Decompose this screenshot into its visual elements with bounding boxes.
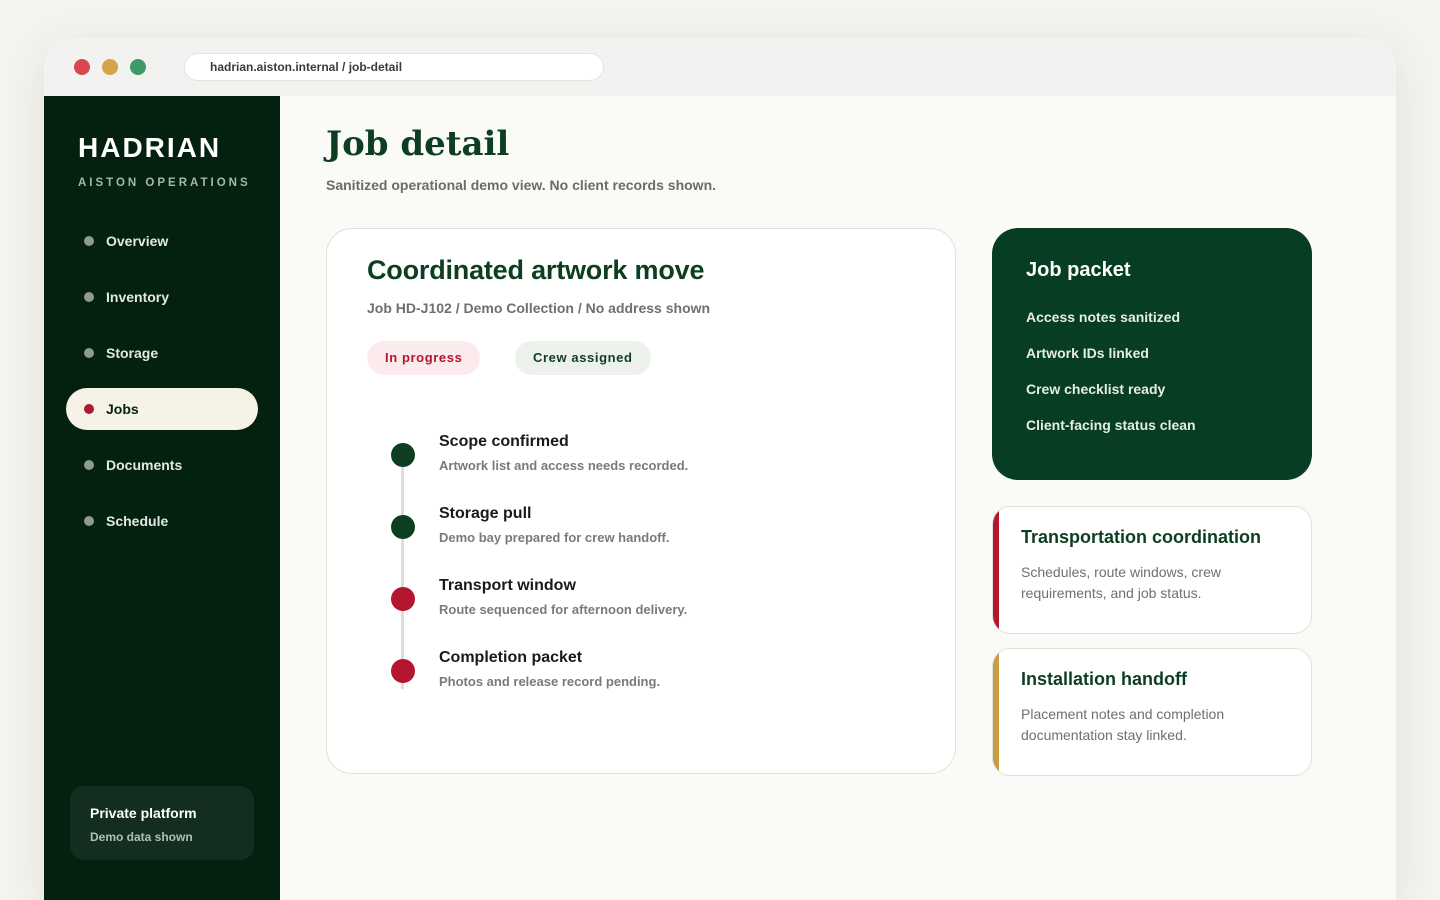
brand-logo: HADRIAN [78,132,222,163]
timeline-step-desc: Demo bay prepared for crew handoff. [439,530,670,545]
brand-subtitle: AISTON OPERATIONS [78,177,251,189]
timeline-step-desc: Artwork list and access needs recorded. [439,458,689,473]
sidebar-item-label: Inventory [106,289,170,305]
nav-dot-icon [84,516,94,526]
private-platform-subtitle: Demo data shown [90,830,193,844]
page-title: Job detail [326,124,510,164]
list-item: Crew checklist ready [1026,381,1166,397]
step-pending-icon [391,659,415,683]
card-accent-bar [993,649,999,775]
job-packet-list: Access notes sanitized Artwork IDs linke… [1026,308,1196,452]
timeline-step-title: Storage pull [439,505,532,522]
nav-dot-icon [84,292,94,302]
step-complete-icon [391,515,415,539]
nav-dot-icon [84,460,94,470]
timeline-step: Scope confirmed Artwork list and access … [389,433,909,493]
close-window-button[interactable] [74,59,90,75]
sidebar-item-label: Storage [106,345,159,361]
timeline-step: Storage pull Demo bay prepared for crew … [389,505,909,565]
timeline-step-desc: Route sequenced for afternoon delivery. [439,602,688,617]
status-badge-crew-assigned: Crew assigned [515,341,651,375]
job-packet-title: Job packet [1026,259,1131,281]
sidebar-item-label: Jobs [106,401,139,417]
sidebar-item-label: Documents [106,457,183,473]
timeline-step-desc: Photos and release record pending. [439,674,661,689]
sidebar-item-documents[interactable]: Documents [66,444,258,486]
job-packet-card: Job packet Access notes sanitized Artwor… [992,228,1312,480]
sidebar-nav: Overview Inventory Storage Jobs Document… [66,220,258,556]
sidebar-item-storage[interactable]: Storage [66,332,258,374]
sidebar-item-jobs[interactable]: Jobs [66,388,258,430]
private-platform-card: Private platform Demo data shown [70,786,254,860]
nav-dot-icon [84,348,94,358]
list-item: Client-facing status clean [1026,417,1196,433]
address-bar[interactable]: hadrian.aiston.internal / job-detail [184,53,604,81]
sidebar-item-schedule[interactable]: Schedule [66,500,258,542]
nav-dot-icon [84,404,94,414]
installation-handoff-card: Installation handoff Placement notes and… [992,648,1312,776]
browser-titlebar: hadrian.aiston.internal / job-detail [44,38,1396,96]
card-description: Placement notes and completion documenta… [1021,706,1225,743]
nav-dot-icon [84,236,94,246]
sidebar: HADRIAN AISTON OPERATIONS Overview Inven… [44,96,280,900]
page-subtitle: Sanitized operational demo view. No clie… [326,177,717,193]
timeline-step-title: Transport window [439,577,576,594]
card-title: Transportation coordination [1021,527,1262,547]
status-badge-in-progress: In progress [367,341,481,375]
browser-window: hadrian.aiston.internal / job-detail HAD… [44,38,1396,900]
minimize-window-button[interactable] [102,59,118,75]
job-card: Coordinated artwork move Job HD-J102 / D… [326,228,956,774]
sidebar-item-overview[interactable]: Overview [66,220,258,262]
transportation-coordination-card: Transportation coordination Schedules, r… [992,506,1312,634]
list-item: Artwork IDs linked [1026,345,1149,361]
sidebar-item-inventory[interactable]: Inventory [66,276,258,318]
job-title: Coordinated artwork move [367,255,705,285]
sidebar-item-label: Overview [106,233,169,249]
step-pending-icon [391,587,415,611]
timeline-step-title: Completion packet [439,649,583,666]
maximize-window-button[interactable] [130,59,146,75]
card-accent-bar [993,507,999,633]
timeline-step-title: Scope confirmed [439,433,569,450]
list-item: Access notes sanitized [1026,309,1181,325]
card-title: Installation handoff [1021,669,1187,689]
sidebar-item-label: Schedule [106,513,169,529]
private-platform-title: Private platform [90,805,197,821]
step-complete-icon [391,443,415,467]
timeline-step: Completion packet Photos and release rec… [389,649,909,709]
card-description: Schedules, route windows, crew requireme… [1021,564,1221,601]
main-content: Job detail Sanitized operational demo vi… [280,96,1396,900]
timeline-step: Transport window Route sequenced for aft… [389,577,909,637]
job-meta: Job HD-J102 / Demo Collection / No addre… [367,300,711,316]
job-timeline: Scope confirmed Artwork list and access … [389,433,909,693]
